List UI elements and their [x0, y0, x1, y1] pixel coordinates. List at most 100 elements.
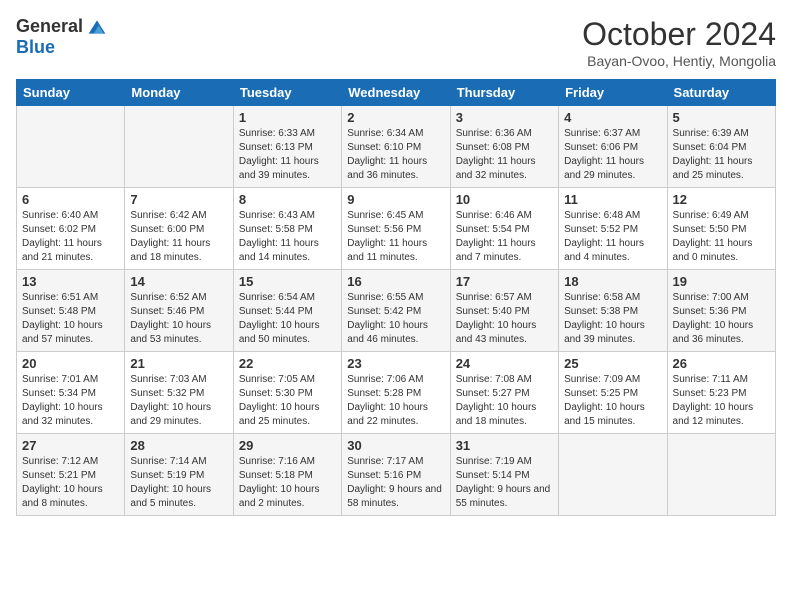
- week-row-4: 20 Sunrise: 7:01 AM Sunset: 5:34 PM Dayli…: [17, 352, 776, 434]
- day-info: Sunrise: 6:33 AM Sunset: 6:13 PM Dayligh…: [239, 127, 336, 183]
- day-info: Sunrise: 7:14 AM Sunset: 5:19 PM Dayligh…: [130, 455, 227, 511]
- day-info: Sunrise: 6:55 AM Sunset: 5:42 PM Dayligh…: [347, 291, 444, 347]
- day-number: 12: [673, 192, 770, 207]
- day-of-week-thursday: Thursday: [450, 80, 558, 106]
- day-number: 31: [456, 438, 553, 453]
- calendar-cell: [667, 434, 775, 516]
- day-info: Sunrise: 7:12 AM Sunset: 5:21 PM Dayligh…: [22, 455, 119, 511]
- calendar-cell: 22 Sunrise: 7:05 AM Sunset: 5:30 PM Dayli…: [233, 352, 341, 434]
- calendar-cell: 4 Sunrise: 6:37 AM Sunset: 6:06 PM Daylig…: [559, 106, 667, 188]
- day-number: 27: [22, 438, 119, 453]
- day-number: 17: [456, 274, 553, 289]
- day-info: Sunrise: 7:03 AM Sunset: 5:32 PM Dayligh…: [130, 373, 227, 429]
- logo-general: General: [16, 16, 83, 37]
- day-info: Sunrise: 6:46 AM Sunset: 5:54 PM Dayligh…: [456, 209, 553, 265]
- calendar-cell: 5 Sunrise: 6:39 AM Sunset: 6:04 PM Daylig…: [667, 106, 775, 188]
- calendar-cell: 16 Sunrise: 6:55 AM Sunset: 5:42 PM Dayli…: [342, 270, 450, 352]
- calendar-cell: 1 Sunrise: 6:33 AM Sunset: 6:13 PM Daylig…: [233, 106, 341, 188]
- day-number: 30: [347, 438, 444, 453]
- day-of-week-wednesday: Wednesday: [342, 80, 450, 106]
- day-number: 14: [130, 274, 227, 289]
- day-info: Sunrise: 7:05 AM Sunset: 5:30 PM Dayligh…: [239, 373, 336, 429]
- calendar-cell: 18Sunrise: 6:58 AM Sunset: 5:38 PM Dayli…: [559, 270, 667, 352]
- calendar-cell: 23 Sunrise: 7:06 AM Sunset: 5:28 PM Dayli…: [342, 352, 450, 434]
- day-number: 23: [347, 356, 444, 371]
- day-of-week-saturday: Saturday: [667, 80, 775, 106]
- day-info: Sunrise: 7:06 AM Sunset: 5:28 PM Dayligh…: [347, 373, 444, 429]
- day-info: Sunrise: 6:37 AM Sunset: 6:06 PM Dayligh…: [564, 127, 661, 183]
- day-number: 4: [564, 110, 661, 125]
- calendar-cell: 20 Sunrise: 7:01 AM Sunset: 5:34 PM Dayli…: [17, 352, 125, 434]
- day-info: Sunrise: 6:57 AM Sunset: 5:40 PM Dayligh…: [456, 291, 553, 347]
- calendar-header-row: SundayMondayTuesdayWednesdayThursdayFrid…: [17, 80, 776, 106]
- calendar-cell: 7 Sunrise: 6:42 AM Sunset: 6:00 PM Daylig…: [125, 188, 233, 270]
- month-title: October 2024: [582, 16, 776, 53]
- day-number: 7: [130, 192, 227, 207]
- week-row-3: 13 Sunrise: 6:51 AM Sunset: 5:48 PM Dayli…: [17, 270, 776, 352]
- day-number: 20: [22, 356, 119, 371]
- day-info: Sunrise: 7:09 AM Sunset: 5:25 PM Dayligh…: [564, 373, 661, 429]
- day-info: Sunrise: 6:52 AM Sunset: 5:46 PM Dayligh…: [130, 291, 227, 347]
- day-of-week-monday: Monday: [125, 80, 233, 106]
- day-number: 2: [347, 110, 444, 125]
- logo-blue: Blue: [16, 37, 55, 58]
- calendar-cell: 25Sunrise: 7:09 AM Sunset: 5:25 PM Dayli…: [559, 352, 667, 434]
- calendar-cell: 9 Sunrise: 6:45 AM Sunset: 5:56 PM Daylig…: [342, 188, 450, 270]
- calendar-cell: [125, 106, 233, 188]
- page-header: General Blue October 2024 Bayan-Ovoo, He…: [16, 16, 776, 69]
- day-number: 13: [22, 274, 119, 289]
- calendar-cell: 13 Sunrise: 6:51 AM Sunset: 5:48 PM Dayli…: [17, 270, 125, 352]
- calendar-cell: 31Sunrise: 7:19 AM Sunset: 5:14 PM Dayli…: [450, 434, 558, 516]
- subtitle: Bayan-Ovoo, Hentiy, Mongolia: [582, 53, 776, 69]
- day-number: 6: [22, 192, 119, 207]
- day-info: Sunrise: 6:42 AM Sunset: 6:00 PM Dayligh…: [130, 209, 227, 265]
- day-info: Sunrise: 7:11 AM Sunset: 5:23 PM Dayligh…: [673, 373, 770, 429]
- day-info: Sunrise: 6:34 AM Sunset: 6:10 PM Dayligh…: [347, 127, 444, 183]
- week-row-1: 1 Sunrise: 6:33 AM Sunset: 6:13 PM Daylig…: [17, 106, 776, 188]
- calendar-cell: 8Sunrise: 6:43 AM Sunset: 5:58 PM Daylig…: [233, 188, 341, 270]
- day-of-week-sunday: Sunday: [17, 80, 125, 106]
- calendar: SundayMondayTuesdayWednesdayThursdayFrid…: [16, 79, 776, 516]
- day-number: 15: [239, 274, 336, 289]
- logo: General Blue: [16, 16, 107, 58]
- day-number: 5: [673, 110, 770, 125]
- calendar-cell: [17, 106, 125, 188]
- calendar-cell: 21 Sunrise: 7:03 AM Sunset: 5:32 PM Dayli…: [125, 352, 233, 434]
- day-info: Sunrise: 7:16 AM Sunset: 5:18 PM Dayligh…: [239, 455, 336, 511]
- calendar-cell: 24Sunrise: 7:08 AM Sunset: 5:27 PM Dayli…: [450, 352, 558, 434]
- day-of-week-tuesday: Tuesday: [233, 80, 341, 106]
- day-info: Sunrise: 6:49 AM Sunset: 5:50 PM Dayligh…: [673, 209, 770, 265]
- week-row-2: 6 Sunrise: 6:40 AM Sunset: 6:02 PM Daylig…: [17, 188, 776, 270]
- calendar-cell: 14 Sunrise: 6:52 AM Sunset: 5:46 PM Dayli…: [125, 270, 233, 352]
- day-number: 28: [130, 438, 227, 453]
- calendar-cell: 26Sunrise: 7:11 AM Sunset: 5:23 PM Dayli…: [667, 352, 775, 434]
- day-number: 1: [239, 110, 336, 125]
- day-info: Sunrise: 6:40 AM Sunset: 6:02 PM Dayligh…: [22, 209, 119, 265]
- day-info: Sunrise: 6:54 AM Sunset: 5:44 PM Dayligh…: [239, 291, 336, 347]
- day-number: 16: [347, 274, 444, 289]
- calendar-cell: 10Sunrise: 6:46 AM Sunset: 5:54 PM Dayli…: [450, 188, 558, 270]
- calendar-cell: [559, 434, 667, 516]
- calendar-cell: 11Sunrise: 6:48 AM Sunset: 5:52 PM Dayli…: [559, 188, 667, 270]
- calendar-cell: 12 Sunrise: 6:49 AM Sunset: 5:50 PM Dayli…: [667, 188, 775, 270]
- calendar-cell: 29Sunrise: 7:16 AM Sunset: 5:18 PM Dayli…: [233, 434, 341, 516]
- day-info: Sunrise: 6:39 AM Sunset: 6:04 PM Dayligh…: [673, 127, 770, 183]
- day-info: Sunrise: 6:45 AM Sunset: 5:56 PM Dayligh…: [347, 209, 444, 265]
- logo-icon: [87, 17, 107, 37]
- title-block: October 2024 Bayan-Ovoo, Hentiy, Mongoli…: [582, 16, 776, 69]
- day-info: Sunrise: 7:01 AM Sunset: 5:34 PM Dayligh…: [22, 373, 119, 429]
- day-of-week-friday: Friday: [559, 80, 667, 106]
- calendar-cell: 28 Sunrise: 7:14 AM Sunset: 5:19 PM Dayli…: [125, 434, 233, 516]
- day-info: Sunrise: 6:48 AM Sunset: 5:52 PM Dayligh…: [564, 209, 661, 265]
- day-number: 9: [347, 192, 444, 207]
- calendar-cell: 30Sunrise: 7:17 AM Sunset: 5:16 PM Dayli…: [342, 434, 450, 516]
- day-info: Sunrise: 6:51 AM Sunset: 5:48 PM Dayligh…: [22, 291, 119, 347]
- calendar-cell: 17 Sunrise: 6:57 AM Sunset: 5:40 PM Dayli…: [450, 270, 558, 352]
- day-number: 24: [456, 356, 553, 371]
- calendar-cell: 27 Sunrise: 7:12 AM Sunset: 5:21 PM Dayli…: [17, 434, 125, 516]
- day-number: 22: [239, 356, 336, 371]
- day-number: 21: [130, 356, 227, 371]
- day-number: 19: [673, 274, 770, 289]
- calendar-cell: 15 Sunrise: 6:54 AM Sunset: 5:44 PM Dayli…: [233, 270, 341, 352]
- day-number: 8: [239, 192, 336, 207]
